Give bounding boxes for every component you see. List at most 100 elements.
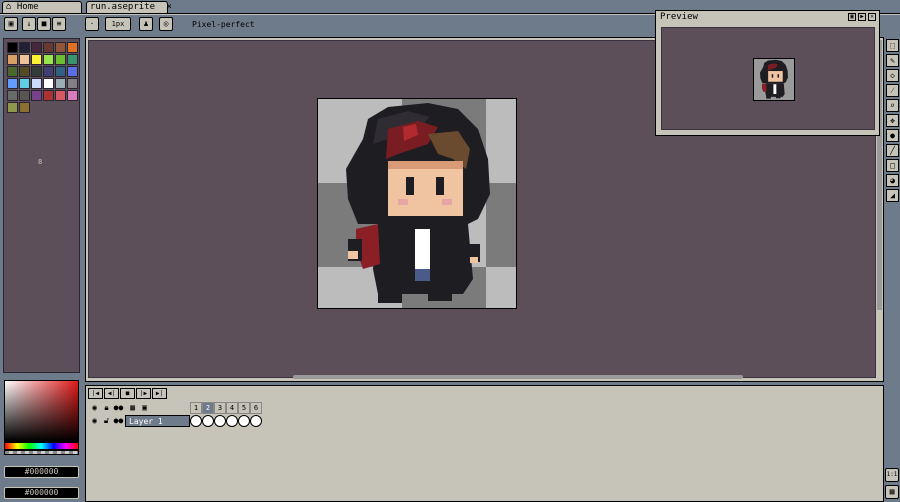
preview-center-icon[interactable]: ▣: [848, 13, 856, 21]
eraser-icon[interactable]: ◇: [886, 69, 899, 82]
stop-icon[interactable]: ■: [120, 388, 135, 399]
palette-swatch[interactable]: [7, 66, 18, 77]
visibility-icon[interactable]: ◉: [89, 402, 100, 413]
previous-frame-icon[interactable]: ◀|: [104, 388, 119, 399]
sprite-canvas[interactable]: [317, 98, 517, 309]
palette-swatch[interactable]: [19, 90, 30, 101]
palette-swatch[interactable]: [43, 66, 54, 77]
palette-swatch[interactable]: [19, 54, 30, 65]
contour-icon[interactable]: ◕: [886, 174, 899, 187]
frame-number[interactable]: 3: [214, 402, 226, 414]
preview-window[interactable]: Preview ▣ ▶ ✕: [655, 10, 880, 136]
palette-swatch[interactable]: [55, 90, 66, 101]
palette-swatch[interactable]: [31, 78, 42, 89]
palette-swatch[interactable]: [55, 42, 66, 53]
hue-slider[interactable]: [4, 442, 79, 450]
preview-play-icon[interactable]: ▶: [858, 13, 866, 21]
palette-swatch[interactable]: [31, 90, 42, 101]
grid-icon[interactable]: ▦: [885, 485, 899, 499]
line-icon[interactable]: ╱: [886, 144, 899, 157]
frame-number[interactable]: 5: [238, 402, 250, 414]
move-icon[interactable]: ✥: [886, 114, 899, 127]
palette-swatch[interactable]: [43, 78, 54, 89]
palette-swatch[interactable]: [19, 66, 30, 77]
palette-swatch[interactable]: [43, 54, 54, 65]
palette-swatch[interactable]: [7, 102, 18, 113]
palette-swatch[interactable]: [67, 54, 78, 65]
palette-swatch[interactable]: [55, 54, 66, 65]
frame-number-selected[interactable]: 2: [202, 402, 214, 414]
palette-swatch[interactable]: [31, 42, 42, 53]
layer-name[interactable]: Layer 1: [125, 415, 190, 427]
palette-swatch[interactable]: [19, 42, 30, 53]
character-sprite: [346, 103, 490, 303]
zoom-icon[interactable]: ⌕: [886, 99, 899, 112]
folder-icon[interactable]: ■: [37, 17, 51, 31]
palette-swatch[interactable]: [43, 42, 54, 53]
palette-swatch[interactable]: [67, 90, 78, 101]
rectangular-marquee-icon[interactable]: ⬚: [886, 39, 899, 52]
tool-bar: ⬚ ✎ ◇ ⁄ ⌕ ✥ ● ╱ □ ◕ ◢: [885, 37, 900, 212]
palette-panel: 8: [3, 38, 80, 373]
next-frame-icon[interactable]: |▶: [136, 388, 151, 399]
frame-number[interactable]: 1: [190, 402, 202, 414]
tab-home-label: Home: [16, 2, 39, 12]
pencil-icon[interactable]: ✎: [886, 54, 899, 67]
frame-number[interactable]: 6: [250, 402, 262, 414]
continuous-icon[interactable]: ●●: [113, 402, 124, 413]
layer-visibility-icon[interactable]: ◉: [89, 415, 100, 426]
close-icon[interactable]: ✕: [868, 13, 876, 21]
rectangle-icon[interactable]: □: [886, 159, 899, 172]
palette-swatch[interactable]: [55, 66, 66, 77]
eyedropper-icon[interactable]: ⁄: [886, 84, 899, 97]
horizontal-scrollbar[interactable]: [293, 375, 743, 379]
menu-icon[interactable]: ≡: [52, 17, 66, 31]
layer-settings-icon[interactable]: ▦: [127, 402, 138, 413]
brush-type-icon[interactable]: ·: [85, 17, 99, 31]
alpha-slider[interactable]: [4, 450, 79, 455]
cel[interactable]: [226, 415, 238, 427]
first-frame-icon[interactable]: |◀: [88, 388, 103, 399]
zoom-ratio-button[interactable]: 1:1: [885, 468, 899, 482]
paint-bucket-icon[interactable]: ●: [886, 129, 899, 142]
palette-swatch[interactable]: [67, 78, 78, 89]
cel[interactable]: [250, 415, 262, 427]
palette-count: 8: [38, 158, 43, 166]
palette-swatch[interactable]: [31, 54, 42, 65]
palette-swatch[interactable]: [7, 78, 18, 89]
cel[interactable]: [238, 415, 250, 427]
last-frame-icon[interactable]: ▶|: [152, 388, 167, 399]
color-saturation-picker[interactable]: [4, 380, 79, 442]
palette-swatch[interactable]: [67, 66, 78, 77]
palette-swatch[interactable]: [31, 66, 42, 77]
pixel-perfect-label[interactable]: Pixel-perfect: [192, 20, 255, 29]
preview-title: Preview: [660, 12, 698, 22]
preview-character: [754, 59, 794, 100]
pixel-perfect-icon[interactable]: ◎: [159, 17, 173, 31]
layer-lock-icon[interactable]: 🔓︎: [101, 415, 112, 426]
palette-swatch[interactable]: [43, 90, 54, 101]
palette-swatch[interactable]: [67, 42, 78, 53]
palette-swatch[interactable]: [19, 78, 30, 89]
foreground-color-field[interactable]: #000000: [4, 466, 79, 478]
layer-continuous-icon[interactable]: ●●: [113, 415, 124, 426]
cel[interactable]: [214, 415, 226, 427]
lock-icon[interactable]: 🔒︎: [101, 402, 112, 413]
cel[interactable]: [202, 415, 214, 427]
background-color-field[interactable]: #000000: [4, 487, 79, 499]
cel[interactable]: [190, 415, 202, 427]
palette-swatch[interactable]: [55, 78, 66, 89]
download-icon[interactable]: ↓: [22, 17, 36, 31]
palette-swatch[interactable]: [7, 90, 18, 101]
palette-swatch[interactable]: [7, 42, 18, 53]
layer-mode-icon[interactable]: ▣: [139, 402, 150, 413]
palette-swatch[interactable]: [19, 102, 30, 113]
ink-icon[interactable]: ♟: [139, 17, 153, 31]
close-tab-icon[interactable]: ×: [166, 2, 171, 12]
lock-icon[interactable]: ▣: [4, 17, 18, 31]
brush-size-field[interactable]: 1px: [105, 17, 131, 31]
palette-swatch[interactable]: [7, 54, 18, 65]
frame-number[interactable]: 4: [226, 402, 238, 414]
preview-viewport: [661, 27, 875, 130]
blur-icon[interactable]: ◢: [886, 189, 899, 202]
